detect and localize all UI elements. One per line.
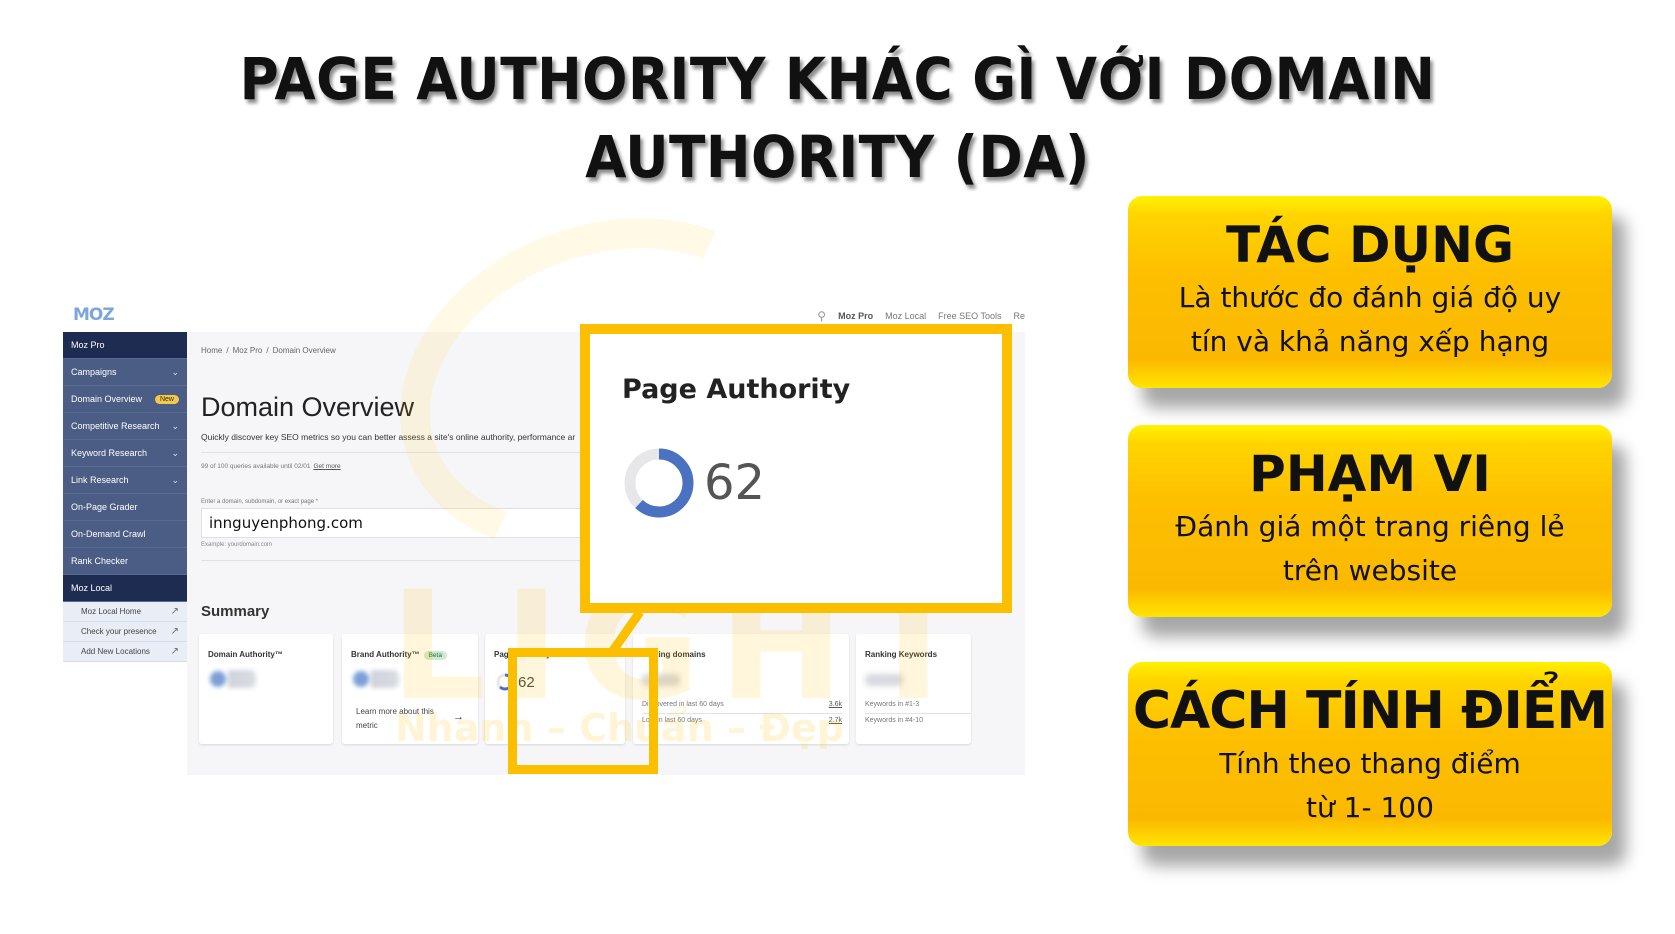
- info-card-body-line-1: Là thước đo đánh giá độ uy: [1178, 281, 1562, 314]
- info-card-body-line-2: từ 1- 100: [1306, 791, 1434, 824]
- score-donut-icon: [624, 448, 694, 518]
- callout-connector-line: [608, 609, 644, 655]
- callout-value: 62: [704, 455, 766, 511]
- zoom-callout: Page Authority 62: [580, 324, 1012, 613]
- info-card-scoring: CÁCH TÍNH ĐIỂM Tính theo thang điểm từ 1…: [1128, 662, 1612, 846]
- info-card-title: CÁCH TÍNH ĐIỂM: [1132, 681, 1608, 741]
- info-card-effect: TÁC DỤNG Là thước đo đánh giá độ uy tín …: [1128, 196, 1612, 388]
- info-card-title: TÁC DỤNG: [1225, 216, 1514, 274]
- info-card-title: PHẠM VI: [1249, 445, 1491, 503]
- info-card-body-line-1: Đánh giá một trang riêng lẻ: [1175, 510, 1565, 543]
- info-card-body-line-2: tín và khả năng xếp hạng: [1190, 325, 1550, 358]
- info-card-body-line-2: trên website: [1282, 554, 1458, 587]
- info-card-body-line-1: Tính theo thang điểm: [1219, 747, 1521, 780]
- highlight-box-small: [508, 648, 658, 774]
- info-card-scope: PHẠM VI Đánh giá một trang riêng lẻ trên…: [1128, 425, 1612, 617]
- callout-score: 62: [622, 446, 765, 520]
- callout-title: Page Authority: [622, 374, 851, 405]
